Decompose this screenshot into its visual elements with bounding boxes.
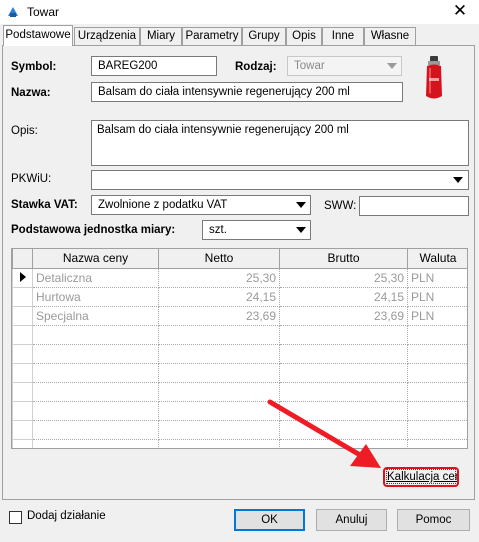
- checkbox-box[interactable]: [9, 511, 22, 524]
- ok-button[interactable]: OK: [234, 509, 305, 531]
- annotation-arrow: [267, 399, 381, 468]
- kalkulacja-ceny-button[interactable]: Kalkulacja ceny: [383, 467, 459, 487]
- dodaj-dzialanie-label: Dodaj działanie: [27, 510, 106, 522]
- pomoc-button[interactable]: Pomoc: [397, 509, 470, 531]
- kalkulacja-ceny-label: Kalkulacja ceny: [386, 469, 459, 484]
- tab-podstawowe[interactable]: Podstawowe: [3, 25, 73, 46]
- anuluj-button[interactable]: Anuluj: [316, 509, 387, 531]
